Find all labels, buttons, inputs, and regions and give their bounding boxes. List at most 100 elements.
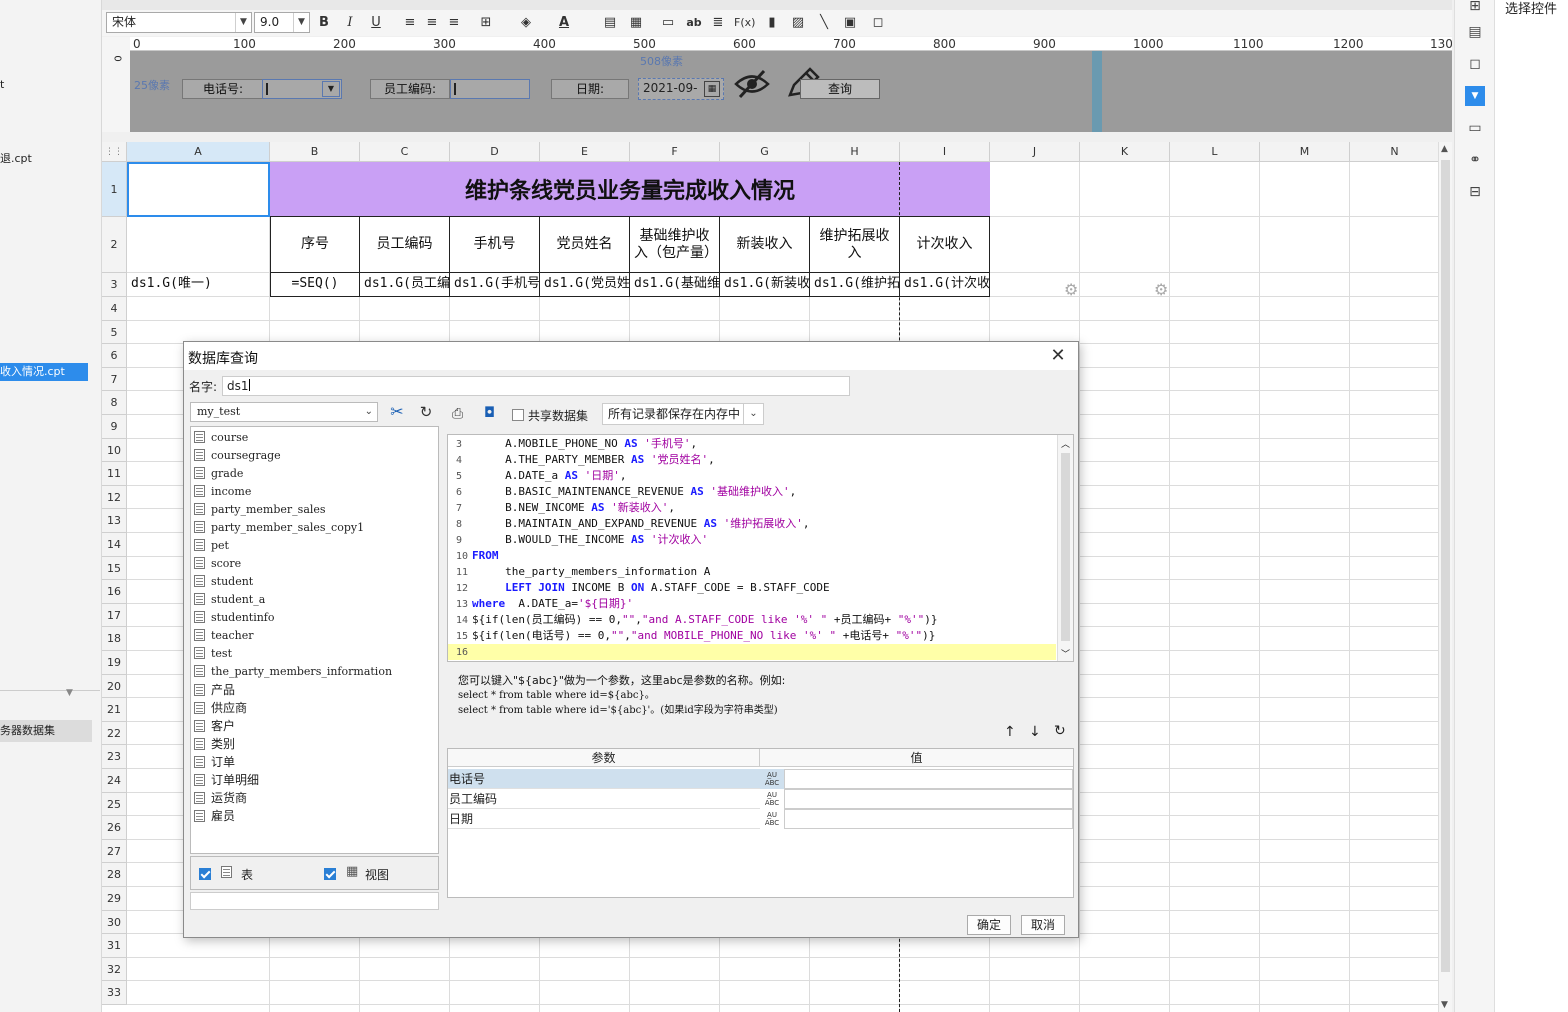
column-header[interactable]: I (900, 142, 990, 162)
header-cell[interactable]: 维护拓展收入 (810, 217, 900, 273)
row-header[interactable]: 27 (102, 839, 127, 864)
chevron-down-icon[interactable]: ﹀ (1061, 647, 1070, 660)
table-list-item[interactable]: course (194, 429, 248, 447)
chevron-up-icon[interactable]: ︿ (1061, 437, 1070, 450)
column-header[interactable]: M (1260, 142, 1350, 162)
eye-hidden-icon[interactable] (734, 69, 770, 99)
header-cell[interactable]: 新装收入 (720, 217, 810, 273)
split-cells-icon[interactable]: ▦ (626, 13, 646, 33)
column-header[interactable]: D (450, 142, 540, 162)
type-badge[interactable]: A̲U ABC (761, 789, 783, 809)
align-right-icon[interactable]: ≡ (444, 13, 464, 33)
paragraph-icon[interactable]: ≣ (708, 13, 728, 33)
file-item-selected[interactable]: 收入情况.cpt (0, 363, 88, 381)
parameter-pane[interactable]: 25像素 508像素 电话号: ▼ 员工编码: 日期: 2021-09- ▦ 查… (130, 51, 1452, 132)
header-cell[interactable]: 基础维护收入（包产量） (630, 217, 720, 273)
row-header[interactable]: 16 (102, 580, 127, 604)
calendar-icon[interactable]: ▦ (704, 81, 720, 97)
table-list-item[interactable]: teacher (194, 627, 254, 645)
file-item[interactable]: t (0, 78, 4, 91)
param-value-input[interactable] (784, 769, 1073, 789)
formula-icon[interactable]: F(x) (734, 13, 755, 33)
date-picker[interactable]: 2021-09- ▦ (638, 78, 724, 100)
column-header[interactable]: N (1350, 142, 1438, 162)
type-badge[interactable]: A̲U ABC (761, 769, 783, 789)
row-header[interactable]: 29 (102, 887, 127, 911)
param-row[interactable]: 日期 A̲U ABC (448, 809, 1073, 829)
text-abc-icon[interactable]: ab (684, 13, 704, 33)
text-color-icon[interactable]: A (554, 13, 574, 33)
column-header[interactable]: G (720, 142, 810, 162)
underline-button[interactable]: U (366, 13, 386, 33)
data-cell[interactable]: ds1.G(新装收入) (720, 273, 810, 297)
param-value-input[interactable] (784, 809, 1073, 829)
file-item[interactable]: 退.cpt (0, 150, 32, 166)
row-header[interactable]: 9 (102, 415, 127, 439)
column-header[interactable]: J (990, 142, 1080, 162)
row-header[interactable]: 21 (102, 698, 127, 722)
scrollbar-thumb[interactable] (1441, 160, 1450, 972)
table-list-item[interactable]: pet (194, 537, 229, 555)
memory-mode-select[interactable]: 所有记录都保存在内存中 ⌄ (602, 403, 764, 425)
align-center-icon[interactable]: ≡ (422, 13, 442, 33)
table-list-item[interactable]: grade (194, 465, 243, 483)
table-list-item[interactable]: student_a (194, 591, 265, 609)
refresh-icon[interactable]: ↻ (416, 401, 436, 423)
table-list-item[interactable]: party_member_sales (194, 501, 326, 519)
row-header[interactable]: 31 (102, 934, 127, 958)
cell-attr-icon[interactable]: ⊞ (1465, 0, 1485, 16)
tools-icon[interactable]: ✂ (386, 401, 408, 423)
align-left-icon[interactable]: ≡ (400, 13, 420, 33)
widget-attr-icon[interactable]: ▤ (1465, 22, 1485, 42)
data-cell[interactable]: ds1.G(基础维护收入) (630, 273, 720, 297)
row-header[interactable]: 13 (102, 509, 127, 533)
table-list-item[interactable]: 运货商 (194, 789, 247, 807)
row-header[interactable]: 23 (102, 745, 127, 769)
column-header[interactable]: E (540, 142, 630, 162)
image-icon[interactable]: ▨ (788, 13, 808, 33)
type-badge[interactable]: A̲U ABC (761, 809, 783, 829)
header-cell[interactable]: 党员姓名 (540, 217, 630, 273)
data-cell[interactable]: ds1.G(唯一) (127, 273, 270, 297)
table-list-item[interactable]: 供应商 (194, 699, 247, 717)
table-list-item[interactable]: test (194, 645, 232, 663)
row-header[interactable]: 12 (102, 485, 127, 510)
table-search-input[interactable] (190, 892, 439, 910)
row-header[interactable]: 24 (102, 769, 127, 793)
table-list-item[interactable]: student (194, 573, 253, 591)
row-header[interactable]: 7 (102, 367, 127, 392)
column-header[interactable]: H (810, 142, 900, 162)
row-header[interactable]: 30 (102, 910, 127, 935)
slash-icon[interactable]: ╲ (814, 13, 834, 33)
column-header[interactable]: A (127, 142, 270, 162)
data-cell[interactable]: ds1.G(手机号) (450, 273, 540, 297)
bold-button[interactable]: B (314, 13, 334, 33)
phone-combo[interactable]: ▼ (262, 79, 342, 99)
row-header[interactable]: 33 (102, 981, 127, 1005)
dropdown-widget-icon[interactable]: ▼ (1465, 86, 1485, 106)
table-list-item[interactable]: 雇员 (194, 807, 235, 825)
link-icon[interactable]: ▭ (658, 13, 678, 33)
font-size-select[interactable]: 9.0 ▼ (254, 12, 310, 33)
row-header[interactable]: 1 (102, 162, 127, 217)
table-list[interactable]: course coursegrage grade income party_member… (190, 426, 439, 854)
row-header[interactable]: 8 (102, 391, 127, 415)
merge-cells-icon[interactable]: ▤ (600, 13, 620, 33)
param-value-input[interactable] (784, 789, 1073, 809)
select-all-corner[interactable]: ⋮⋮ (102, 142, 127, 162)
row-header[interactable]: 28 (102, 863, 127, 887)
cancel-button[interactable]: 取消 (1021, 915, 1065, 935)
scrollbar-thumb[interactable] (1061, 453, 1070, 641)
shared-dataset-checkbox[interactable] (512, 408, 524, 422)
tables-checkbox[interactable] (199, 867, 211, 881)
data-cell[interactable]: ds1.G(维护拓展收入) (810, 273, 900, 297)
server-dataset-item[interactable]: 务器数据集 (0, 720, 92, 742)
chart-icon[interactable]: ▮ (762, 13, 782, 33)
row-header[interactable]: 15 (102, 556, 127, 581)
row-header[interactable]: 4 (102, 297, 127, 321)
row-header[interactable]: 11 (102, 462, 127, 486)
dataset-name-input[interactable]: ds1 (222, 376, 850, 396)
refresh-icon[interactable]: ↻ (1054, 723, 1066, 739)
data-cell[interactable]: ds1.G(党员姓名) (540, 273, 630, 297)
subreport-icon[interactable]: ▣ (840, 13, 860, 33)
